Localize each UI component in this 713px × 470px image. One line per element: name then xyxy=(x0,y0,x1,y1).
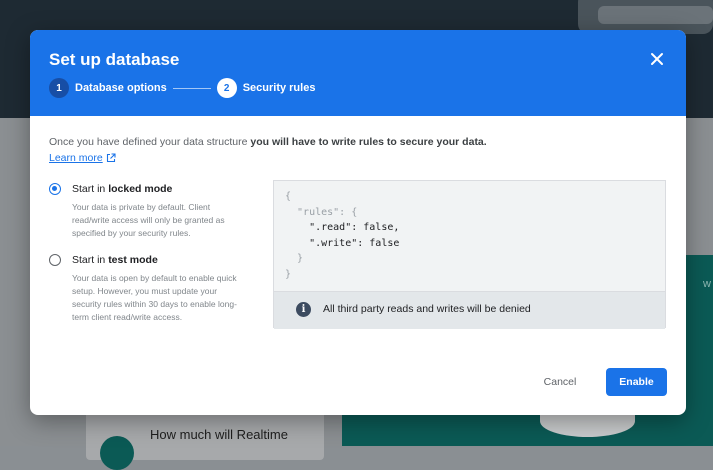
intro-text: Once you have defined your data structur… xyxy=(49,136,487,148)
rules-code-preview: { "rules": { ".read": false, ".write": f… xyxy=(273,180,666,329)
rules-code: { "rules": { ".read": false, ".write": f… xyxy=(285,189,399,283)
test-mode-prefix: Start in xyxy=(72,254,109,266)
dialog-title: Set up database xyxy=(49,50,180,69)
intro-text-bold: you will have to write rules to secure y… xyxy=(250,136,487,148)
stepper: 1 Database options 2 Security rules xyxy=(49,78,315,98)
code-line: "rules": { xyxy=(285,206,358,218)
step-2-label: Security rules xyxy=(242,82,316,94)
code-line: ".read": false, xyxy=(285,222,400,234)
hero-illustration-detail xyxy=(598,6,713,24)
locked-mode-radio[interactable] xyxy=(49,183,61,195)
locked-mode-prefix: Start in xyxy=(72,183,109,195)
faq-card-title: How much will Realtime xyxy=(150,427,288,442)
dialog-header: Set up database 1 Database options 2 Sec… xyxy=(30,30,686,116)
close-icon xyxy=(651,53,663,65)
learn-more-label: Learn more xyxy=(49,152,103,164)
locked-mode-title: Start in locked mode xyxy=(72,183,172,195)
step-2-number: 2 xyxy=(216,78,237,98)
step-connector xyxy=(172,87,211,89)
locked-mode-label: locked mode xyxy=(108,183,173,195)
promo-panel-text: w xyxy=(703,278,711,290)
locked-mode-option[interactable]: Start in locked mode Your data is privat… xyxy=(49,183,249,243)
step-1-number: 1 xyxy=(49,78,69,98)
learn-more-link[interactable]: Learn more xyxy=(49,152,116,164)
cancel-button[interactable]: Cancel xyxy=(532,373,588,391)
external-link-icon xyxy=(106,153,116,163)
code-line: } xyxy=(285,268,292,280)
step-1-label: Database options xyxy=(75,82,167,94)
close-button[interactable] xyxy=(646,48,668,70)
faq-card-icon xyxy=(100,436,134,470)
code-line: } xyxy=(285,253,304,265)
test-mode-title: Start in test mode xyxy=(72,254,158,266)
enable-button[interactable]: Enable xyxy=(606,368,667,396)
locked-mode-description: Your data is private by default. Client … xyxy=(72,202,225,238)
code-line: { xyxy=(285,191,292,202)
test-mode-description: Your data is open by default to enable q… xyxy=(72,273,237,322)
test-mode-radio[interactable] xyxy=(49,254,61,266)
rules-info-banner: i All third party reads and writes will … xyxy=(274,291,665,329)
test-mode-label: test mode xyxy=(108,254,158,266)
info-icon: i xyxy=(296,302,311,317)
setup-database-dialog: Set up database 1 Database options 2 Sec… xyxy=(30,30,686,415)
intro-text-plain: Once you have defined your data structur… xyxy=(49,136,251,148)
rules-info-text: All third party reads and writes will be… xyxy=(323,303,531,315)
code-line: ".write": false xyxy=(285,237,400,249)
test-mode-option[interactable]: Start in test mode Your data is open by … xyxy=(49,254,249,339)
